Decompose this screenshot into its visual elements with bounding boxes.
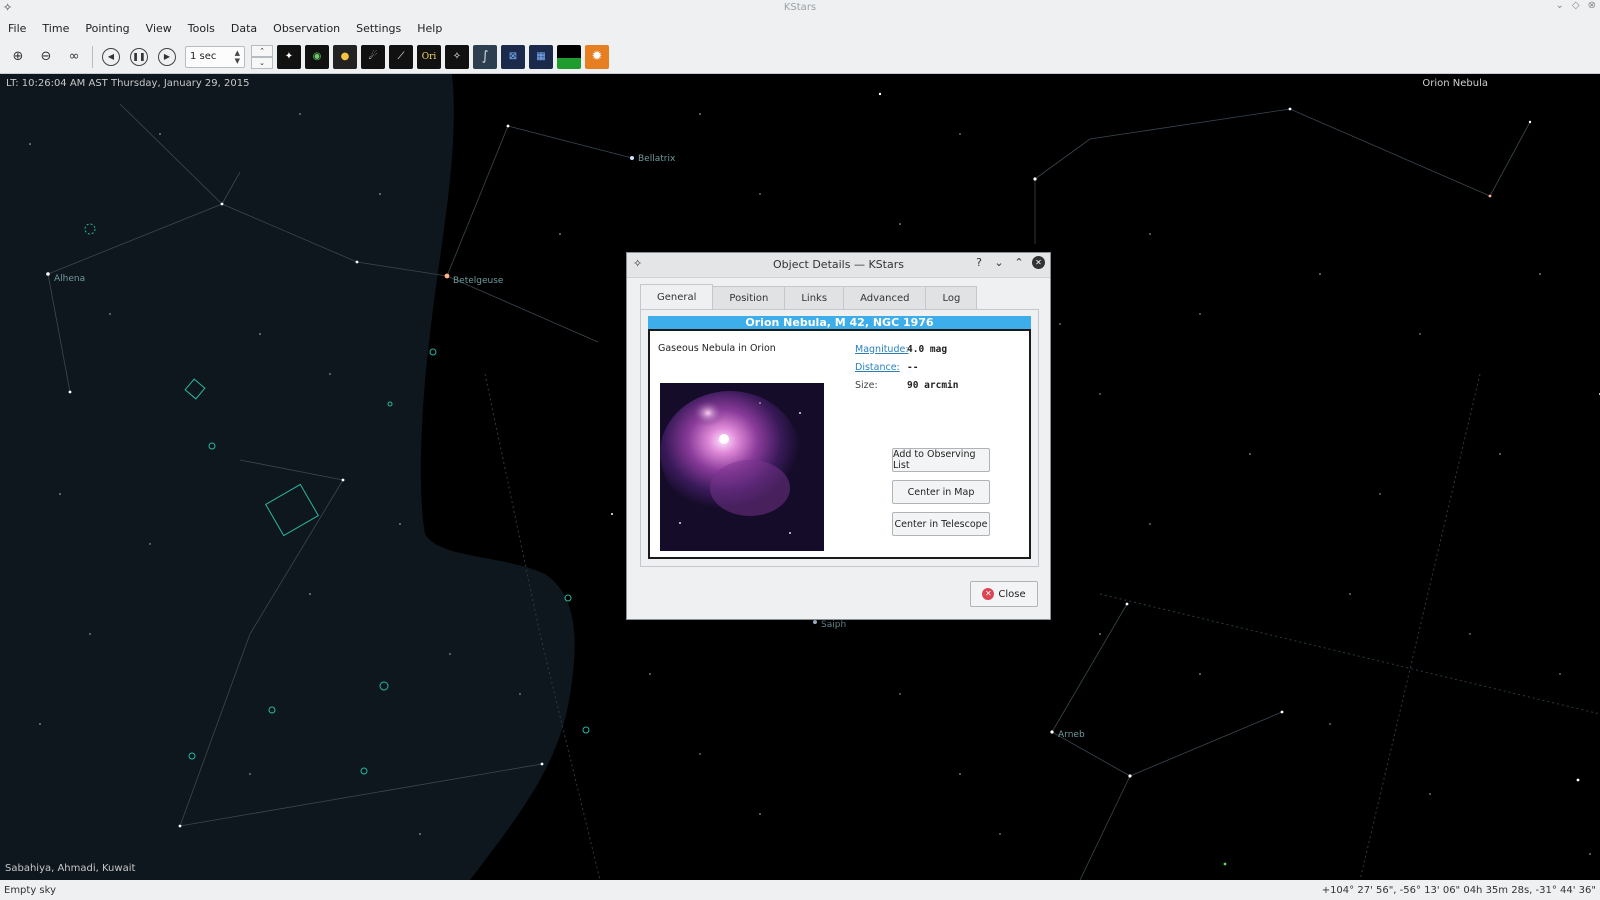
ori-label: Ori: [421, 51, 437, 62]
menu-data[interactable]: Data: [223, 22, 265, 35]
main-toolbar: ⊕ ⊖ ∞ ◀ ❚❚ ▶ 1 sec ▲ ▼ ⌃ ⌄ ✦ ◉ ● ☄ ⟋ Ori …: [0, 40, 1600, 74]
window-buttons: ⌄ ◇ ⊗: [1556, 0, 1596, 11]
magnitude-value: 4.0 mag: [907, 343, 948, 355]
object-properties: Magnitude: 4.0 mag Distance: -- Size: 90…: [855, 340, 958, 394]
add-to-observing-list-button[interactable]: Add to Observing List: [892, 448, 990, 472]
zoom-out-icon[interactable]: ⊖: [34, 45, 58, 69]
ground-toggle-icon[interactable]: [557, 44, 581, 69]
star-label-betelgeuse: Betelgeuse: [453, 276, 504, 286]
milky-way-icon[interactable]: ∫: [473, 44, 497, 69]
solar-system-toggle-icon[interactable]: ●: [333, 44, 357, 69]
size-label: Size:: [855, 379, 878, 391]
step-forward-icon[interactable]: ▶: [158, 47, 176, 66]
horizontal-grid-icon[interactable]: ▦: [529, 44, 553, 69]
status-bar: Empty sky +104° 27' 56", -56° 13' 06" 04…: [0, 880, 1600, 900]
menu-file[interactable]: File: [0, 22, 34, 35]
minimize-icon[interactable]: ⌄: [992, 256, 1006, 269]
deep-sky-toggle-icon[interactable]: ◉: [305, 44, 329, 69]
close-button[interactable]: ✕ Close: [970, 581, 1038, 607]
tab-position[interactable]: Position: [712, 286, 786, 309]
constellation-names-icon[interactable]: Ori: [417, 44, 441, 69]
maximize-icon[interactable]: ◇: [1572, 0, 1580, 11]
chevron-down-icon[interactable]: ⌄: [251, 56, 273, 69]
status-object: Empty sky: [4, 884, 56, 896]
dialog-window-buttons: ? ⌄ ⌃ ✕: [972, 256, 1045, 269]
zoom-in-icon[interactable]: ⊕: [6, 45, 30, 69]
object-info-box: Gaseous Nebula in Orion Magnitude: 4.0 m…: [648, 329, 1031, 559]
status-coordinates: +104° 27' 56", -56° 13' 06" 04h 35m 28s,…: [1321, 884, 1596, 896]
tab-links[interactable]: Links: [784, 286, 845, 309]
size-row: Size: 90 arcmin: [855, 376, 958, 394]
tab-log[interactable]: Log: [925, 286, 978, 309]
dialog-titlebar[interactable]: ✧ Object Details — KStars ? ⌄ ⌃ ✕: [627, 253, 1050, 278]
object-image: [660, 383, 824, 551]
star-label-alhena: Alhena: [54, 274, 86, 284]
center-in-telescope-button[interactable]: Center in Telescope: [892, 512, 990, 536]
magnitude-row: Magnitude: 4.0 mag: [855, 340, 958, 358]
orion-nebula-image: [660, 383, 824, 551]
close-icon[interactable]: ⊗: [1588, 0, 1596, 11]
constellation-art-icon[interactable]: ✧: [445, 44, 469, 69]
star-label-saiph: Saiph: [821, 620, 847, 630]
center-in-map-button[interactable]: Center in Map: [892, 480, 990, 504]
stars-toggle-icon[interactable]: ✦: [277, 44, 301, 69]
window-title: KStars: [783, 2, 817, 13]
menu-time[interactable]: Time: [34, 22, 77, 35]
object-type-label: Gaseous Nebula in Orion: [658, 343, 776, 354]
close-icon[interactable]: ✕: [1032, 256, 1045, 269]
constellation-lines-icon[interactable]: ⟋: [389, 44, 413, 69]
distance-row: Distance: --: [855, 358, 958, 376]
help-icon[interactable]: ?: [972, 256, 986, 269]
close-circle-icon: ✕: [982, 588, 995, 600]
menu-pointing[interactable]: Pointing: [77, 22, 137, 35]
close-button-label: Close: [998, 588, 1026, 600]
comets-toggle-icon[interactable]: ☄: [361, 44, 385, 69]
star-label-bellatrix: Bellatrix: [638, 154, 676, 164]
tab-general[interactable]: General: [640, 284, 714, 309]
toolbar-separator: [92, 45, 93, 68]
window-titlebar: ✧ KStars ⌄ ◇ ⊗: [0, 0, 1600, 16]
general-tab-panel: Orion Nebula, M 42, NGC 1976 Gaseous Neb…: [640, 309, 1039, 567]
minimize-icon[interactable]: ⌄: [1556, 0, 1564, 11]
distance-value: --: [907, 361, 919, 373]
spin-arrows-icon[interactable]: ▲ ▼: [235, 49, 240, 65]
focus-object-label: Orion Nebula: [1422, 78, 1488, 89]
menu-help[interactable]: Help: [409, 22, 450, 35]
distance-link[interactable]: Distance:: [855, 362, 907, 373]
step-backward-icon[interactable]: ◀: [102, 47, 120, 66]
time-step-value: 1 sec: [190, 51, 217, 62]
maximize-icon[interactable]: ⌃: [1012, 256, 1026, 269]
menu-settings[interactable]: Settings: [348, 22, 409, 35]
star-label-arneb: Arneb: [1058, 730, 1085, 740]
menu-tools[interactable]: Tools: [180, 22, 223, 35]
magnitude-link[interactable]: Magnitude:: [855, 344, 909, 355]
object-name-header: Orion Nebula, M 42, NGC 1976: [648, 316, 1031, 329]
menu-view[interactable]: View: [138, 22, 180, 35]
time-step-spinbox[interactable]: 1 sec ▲ ▼: [185, 45, 245, 68]
milky-way-band: [0, 74, 575, 880]
observer-location: Sabahiya, Ahmadi, Kuwait: [5, 863, 136, 874]
menu-bar: File Time Pointing View Tools Data Obser…: [0, 16, 1600, 40]
flags-toggle-icon[interactable]: ✹: [585, 44, 609, 69]
sky-clock: LT: 10:26:04 AM AST Thursday, January 29…: [6, 78, 250, 89]
menu-observation[interactable]: Observation: [265, 22, 348, 35]
chevron-up-icon[interactable]: ⌃: [251, 44, 273, 57]
object-details-dialog: ✧ Object Details — KStars ? ⌄ ⌃ ✕ Genera…: [626, 252, 1051, 620]
equatorial-grid-icon[interactable]: ⊠: [501, 44, 525, 69]
tab-advanced[interactable]: Advanced: [843, 286, 927, 309]
binoculars-icon[interactable]: ∞: [62, 45, 86, 69]
time-unit-updown[interactable]: ⌃ ⌄: [251, 44, 273, 69]
pause-icon[interactable]: ❚❚: [130, 47, 148, 66]
dialog-tabs: General Position Links Advanced Log: [640, 284, 978, 309]
size-value: 90 arcmin: [907, 379, 959, 391]
